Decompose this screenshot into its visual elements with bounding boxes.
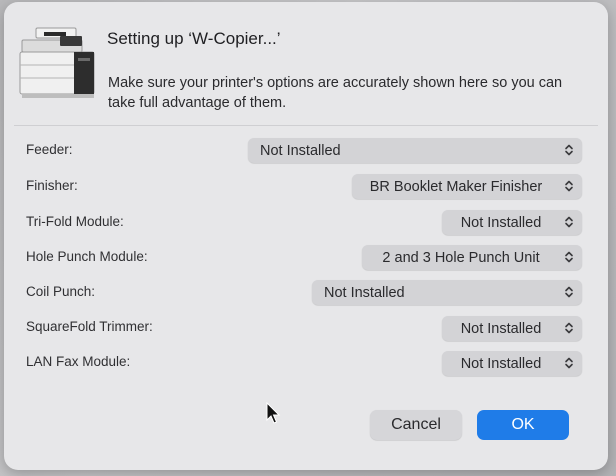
chevron-updown-icon	[565, 251, 573, 263]
coil-punch-label: Coil Punch:	[26, 284, 96, 299]
dialog-title: Setting up ‘W-Copier...’	[107, 29, 281, 48]
chevron-updown-icon	[565, 322, 573, 334]
printer-icon	[19, 27, 95, 98]
lan-fax-module-label: LAN Fax Module:	[26, 354, 131, 369]
feeder-popup[interactable]: Not Installed	[248, 138, 582, 163]
feeder-value: Not Installed	[260, 142, 341, 159]
ok-button[interactable]: OK	[477, 410, 569, 440]
feeder-label: Feeder:	[26, 142, 73, 157]
coil-punch-value: Not Installed	[324, 284, 405, 301]
tri-fold-module-value: Not Installed	[460, 214, 542, 231]
hole-punch-module-popup[interactable]: 2 and 3 Hole Punch Unit	[362, 245, 582, 270]
chevron-updown-icon	[565, 216, 573, 228]
squarefold-trimmer-value: Not Installed	[460, 320, 542, 337]
chevron-updown-icon	[565, 144, 573, 156]
finisher-popup[interactable]: BR Booklet Maker Finisher	[352, 174, 582, 199]
tri-fold-module-popup[interactable]: Not Installed	[442, 210, 582, 235]
finisher-label: Finisher:	[26, 178, 78, 193]
lan-fax-module-value: Not Installed	[460, 355, 542, 372]
squarefold-trimmer-popup[interactable]: Not Installed	[442, 316, 582, 341]
lan-fax-module-popup[interactable]: Not Installed	[442, 351, 582, 376]
chevron-updown-icon	[565, 286, 573, 298]
mouse-pointer-icon	[266, 402, 281, 424]
coil-punch-popup[interactable]: Not Installed	[312, 280, 582, 305]
squarefold-trimmer-label: SquareFold Trimmer:	[26, 319, 153, 334]
dialog-description: Make sure your printer's options are acc…	[108, 75, 563, 111]
hole-punch-module-value: 2 and 3 Hole Punch Unit	[382, 249, 540, 266]
divider	[14, 125, 598, 126]
chevron-updown-icon	[565, 180, 573, 192]
printer-setup-dialog: Setting up ‘W-Copier...’ Make sure your …	[4, 2, 608, 470]
cancel-button[interactable]: Cancel	[370, 410, 462, 440]
tri-fold-module-label: Tri-Fold Module:	[26, 214, 124, 229]
chevron-updown-icon	[565, 357, 573, 369]
finisher-value: BR Booklet Maker Finisher	[369, 178, 543, 195]
hole-punch-module-label: Hole Punch Module:	[26, 249, 148, 264]
